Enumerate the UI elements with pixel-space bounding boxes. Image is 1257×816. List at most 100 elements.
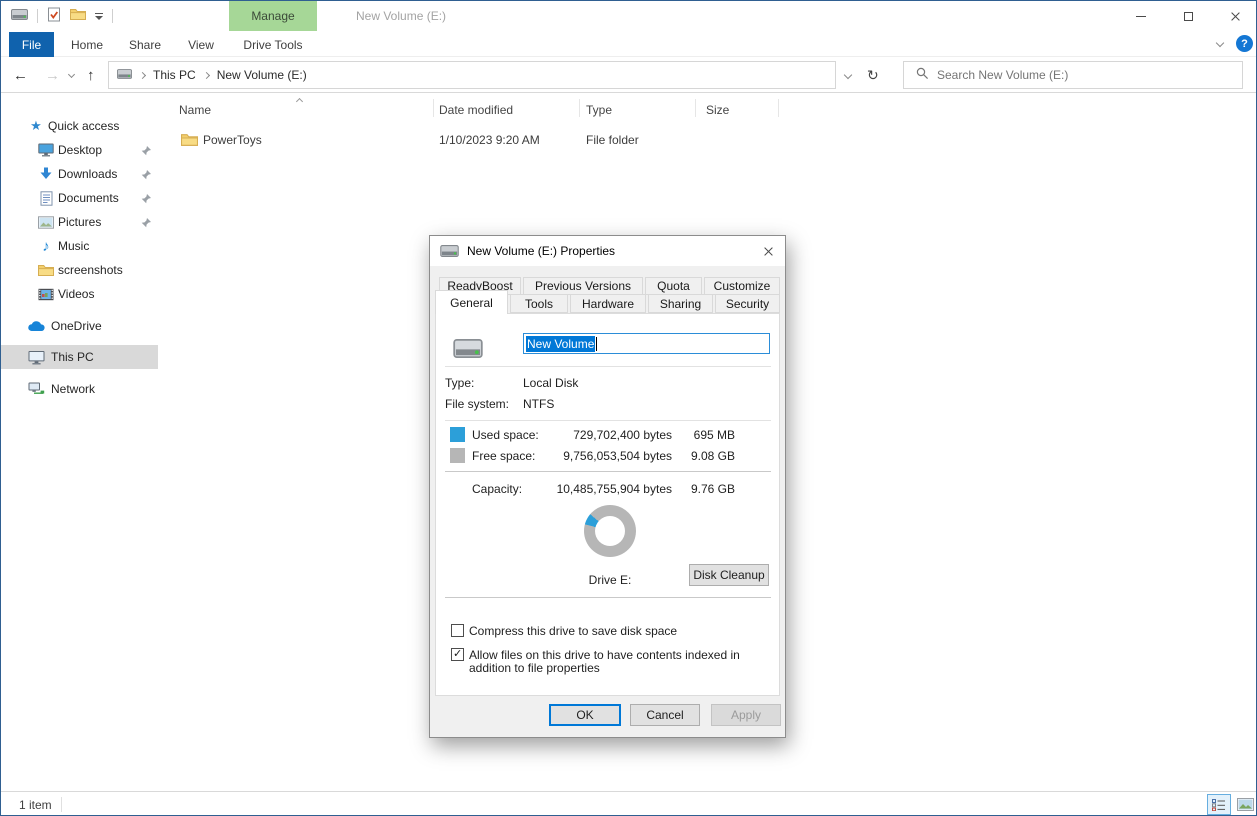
index-checkbox-label: Allow files on this drive to have conten… <box>469 649 775 675</box>
volume-label-input[interactable]: New Volume <box>523 333 770 354</box>
properties-icon[interactable] <box>47 7 61 25</box>
picture-icon <box>37 214 55 230</box>
address-dropdown-icon[interactable] <box>844 71 852 79</box>
column-header-date-modified[interactable]: Date modified <box>439 103 513 117</box>
minimize-button[interactable] <box>1118 1 1164 31</box>
free-space-size: 9.08 GB <box>682 449 735 463</box>
ribbon-collapse-icon[interactable] <box>1216 39 1224 47</box>
up-icon[interactable]: ↑ <box>87 57 95 93</box>
folder-icon <box>37 262 55 278</box>
film-icon <box>37 286 55 302</box>
dialog-close-icon[interactable] <box>751 236 785 266</box>
dialog-tab-customize[interactable]: Customize <box>704 277 780 295</box>
folder-icon <box>181 129 198 150</box>
item-count: 1 item <box>19 798 52 812</box>
explorer-window: Manage New Volume (E:) File Home Share V… <box>0 0 1257 816</box>
dialog-tab-hardware[interactable]: Hardware <box>570 294 646 313</box>
dialog-tab-general[interactable]: General <box>435 290 508 314</box>
ok-button[interactable]: OK <box>549 704 621 726</box>
search-input[interactable] <box>937 68 1217 82</box>
properties-dialog: New Volume (E:) Properties ReadyBoost Pr… <box>429 235 786 738</box>
status-bar: 1 item <box>1 791 1256 816</box>
text-caret <box>596 337 597 351</box>
sidebar-item-documents[interactable]: Documents <box>1 186 158 210</box>
qat-customize-icon[interactable] <box>95 13 103 20</box>
download-arrow-icon <box>37 166 55 182</box>
used-space-swatch <box>450 427 465 442</box>
address-bar[interactable]: This PC New Volume (E:) <box>108 61 836 89</box>
sidebar-item-this-pc[interactable]: This PC <box>1 345 158 369</box>
column-header-name[interactable]: Name <box>179 103 211 117</box>
general-tab-page: New Volume Type: Local Disk File system:… <box>435 313 780 696</box>
title-bar: Manage New Volume (E:) <box>1 1 1256 31</box>
selected-text: New Volume <box>526 336 595 352</box>
column-header-type[interactable]: Type <box>586 103 612 117</box>
dialog-tab-sharing[interactable]: Sharing <box>648 294 713 313</box>
sidebar-item-network[interactable]: Network <box>1 377 158 401</box>
free-space-swatch <box>450 448 465 463</box>
new-folder-icon[interactable] <box>70 8 86 24</box>
dialog-tab-security[interactable]: Security <box>715 294 780 313</box>
manage-contextual-group[interactable]: Manage <box>229 1 317 31</box>
column-header-size[interactable]: Size <box>706 103 729 117</box>
sidebar-item-quick-access[interactable]: ★ Quick access <box>1 114 158 138</box>
search-icon <box>916 67 929 83</box>
sidebar-item-onedrive[interactable]: OneDrive <box>1 314 158 338</box>
music-note-icon: ♪ <box>37 238 55 254</box>
maximize-button[interactable] <box>1165 1 1211 31</box>
dialog-tab-quota[interactable]: Quota <box>645 277 702 295</box>
pin-icon <box>141 193 151 207</box>
usage-donut-chart <box>584 505 636 557</box>
sidebar-item-videos[interactable]: Videos <box>1 282 158 306</box>
help-icon[interactable]: ? <box>1236 35 1253 52</box>
sidebar-item-music[interactable]: ♪ Music <box>1 234 158 258</box>
used-space-size: 695 MB <box>682 428 735 442</box>
tab-view[interactable]: View <box>177 32 225 57</box>
type-value: Local Disk <box>523 376 578 390</box>
tab-home[interactable]: Home <box>61 32 113 57</box>
free-space-bytes: 9,756,053,504 bytes <box>526 449 672 463</box>
compress-checkbox[interactable] <box>451 624 464 637</box>
drive-icon <box>440 245 459 257</box>
capacity-size: 9.76 GB <box>682 482 735 496</box>
apply-button[interactable]: Apply <box>711 704 781 726</box>
breadcrumb-this-pc[interactable]: This PC <box>153 68 196 82</box>
close-button[interactable] <box>1212 1 1257 31</box>
disk-cleanup-button[interactable]: Disk Cleanup <box>689 564 769 586</box>
navigation-bar: ← → ↑ This PC New Volume (E:) ↻ <box>1 57 1256 93</box>
dialog-tab-previous-versions[interactable]: Previous Versions <box>523 277 643 295</box>
sidebar-item-screenshots[interactable]: screenshots <box>1 258 158 282</box>
breadcrumb-chevron-icon <box>203 71 210 78</box>
window-title: New Volume (E:) <box>356 1 446 31</box>
index-checkbox[interactable] <box>451 648 464 661</box>
recent-locations-icon[interactable] <box>68 71 75 78</box>
thumbnail-view-button[interactable] <box>1233 794 1257 815</box>
dialog-title: New Volume (E:) Properties <box>467 244 615 258</box>
sort-ascending-icon <box>296 98 303 105</box>
dialog-tab-tools[interactable]: Tools <box>510 294 568 313</box>
tab-drive-tools[interactable]: Drive Tools <box>229 32 317 57</box>
refresh-icon[interactable]: ↻ <box>867 57 879 93</box>
cancel-button[interactable]: Cancel <box>630 704 700 726</box>
back-icon[interactable]: ← <box>13 57 28 93</box>
file-type: File folder <box>586 129 639 150</box>
table-row[interactable]: PowerToys 1/10/2023 9:20 AM File folder <box>161 129 801 150</box>
search-box[interactable] <box>903 61 1243 89</box>
tab-file[interactable]: File <box>9 32 54 57</box>
drive-icon <box>11 9 28 23</box>
quick-access-toolbar <box>11 1 113 31</box>
capacity-label: Capacity: <box>472 482 522 496</box>
forward-icon[interactable]: → <box>45 57 60 93</box>
breadcrumb-new-volume[interactable]: New Volume (E:) <box>217 68 307 82</box>
sidebar-item-pictures[interactable]: Pictures <box>1 210 158 234</box>
type-label: Type: <box>445 376 474 390</box>
dialog-title-bar: New Volume (E:) Properties <box>430 236 785 266</box>
star-icon: ★ <box>27 118 45 134</box>
tab-share[interactable]: Share <box>119 32 171 57</box>
compress-checkbox-label: Compress this drive to save disk space <box>469 625 677 638</box>
details-view-button[interactable] <box>1207 794 1231 815</box>
file-system-label: File system: <box>445 397 509 411</box>
capacity-bytes: 10,485,755,904 bytes <box>526 482 672 496</box>
sidebar-item-desktop[interactable]: Desktop <box>1 138 158 162</box>
sidebar-item-downloads[interactable]: Downloads <box>1 162 158 186</box>
